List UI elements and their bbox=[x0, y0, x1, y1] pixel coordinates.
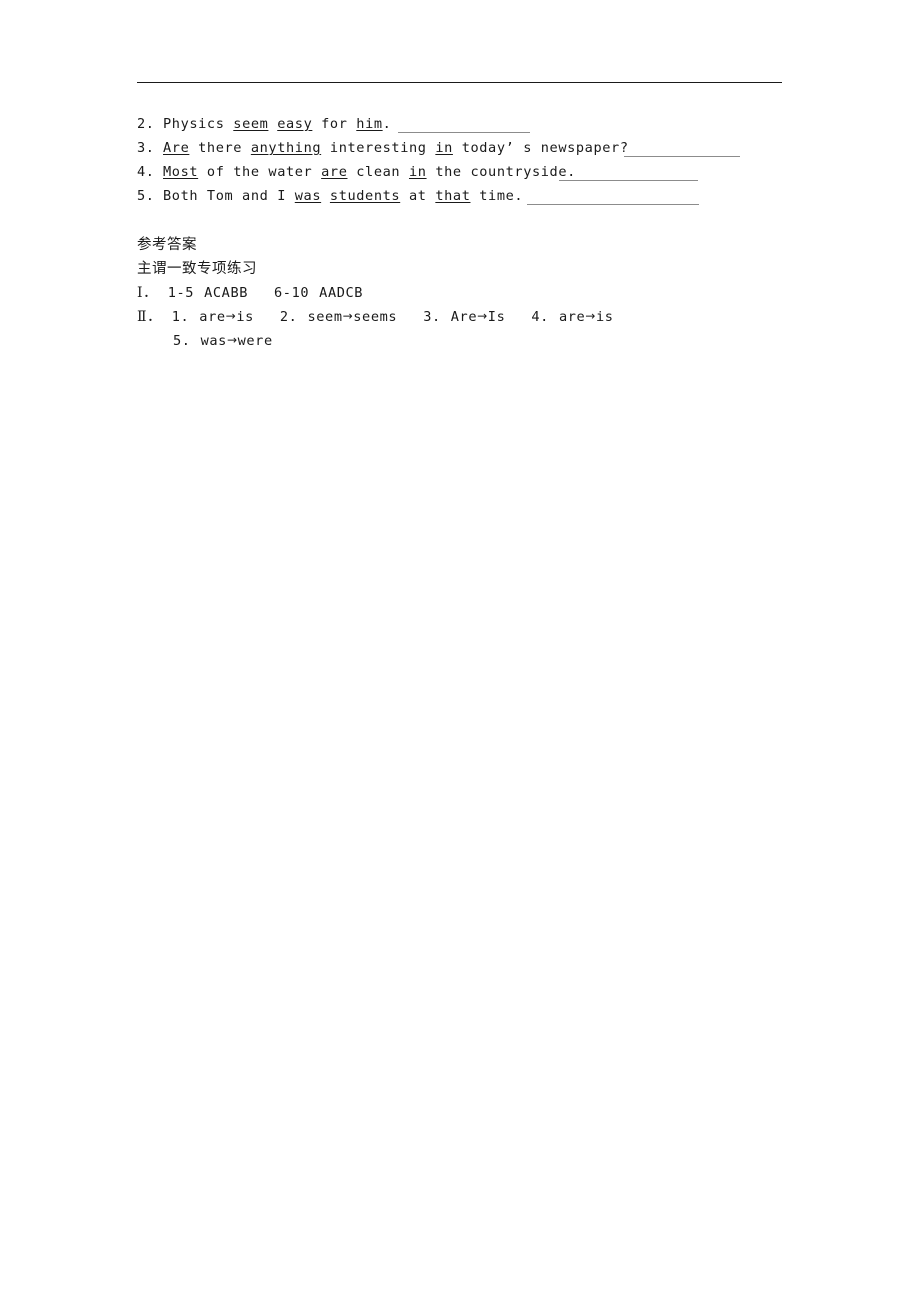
exercise-text-plain: Both Tom and I was students at that time… bbox=[163, 188, 524, 204]
exercise-item: 3. Are there anything interesting in toda… bbox=[137, 136, 837, 160]
arrow-icon: → bbox=[225, 309, 237, 323]
underlined-word: seem bbox=[233, 116, 269, 132]
answer-item-number: 4. bbox=[531, 309, 549, 325]
answer-key-subheading: 主谓一致专项练习 bbox=[137, 261, 257, 277]
answer-item-from: Are bbox=[450, 309, 478, 325]
underlined-word: anything bbox=[250, 140, 322, 156]
answer-item-to: is bbox=[595, 309, 614, 325]
underlined-word: Most bbox=[163, 164, 199, 180]
underlined-word: students bbox=[329, 188, 401, 204]
underlined-word: easy bbox=[277, 116, 313, 132]
exercise-item: 2. Physics seem easy for him. bbox=[137, 112, 837, 136]
answer-item-to: Is bbox=[487, 309, 506, 325]
arrow-icon: → bbox=[585, 309, 596, 323]
arrow-icon: → bbox=[226, 333, 238, 347]
answer-item-number: 3. bbox=[423, 309, 441, 325]
answer-item-number: 2. bbox=[279, 309, 298, 325]
answer-section-one: Ⅰ． 1-5 ACABB 6-10 AADCB bbox=[137, 281, 837, 305]
section-marker-one: Ⅰ． bbox=[137, 285, 158, 301]
arrow-icon: → bbox=[477, 309, 488, 323]
section-marker-two: Ⅱ． bbox=[137, 309, 162, 325]
underlined-word: him bbox=[356, 116, 383, 132]
answer-item-from: seem bbox=[307, 309, 343, 325]
answer-item-number: 1. bbox=[171, 309, 190, 325]
exercise-item: 4. Most of the water are clean in the cou… bbox=[137, 160, 837, 184]
underlined-word: was bbox=[294, 188, 322, 204]
document-page: 2. Physics seem easy for him. 3. Are there… bbox=[0, 0, 920, 1302]
exercise-number: 5. bbox=[137, 188, 155, 204]
exercise-number: 2. bbox=[137, 116, 155, 132]
answer-item-from: are bbox=[558, 309, 586, 325]
header-horizontal-rule bbox=[137, 82, 782, 83]
answer-letters-one: ACABB bbox=[204, 285, 249, 301]
underlined-word: in bbox=[435, 140, 453, 156]
answer-item-from: are bbox=[199, 309, 226, 325]
answer-section-two-row-one: Ⅱ． 1. are→is 2. seem→seems 3. Are→Is 4. are→is bbox=[137, 305, 837, 329]
answer-item-to: seems bbox=[353, 309, 398, 325]
answer-section-two-row-two: 5. was→were bbox=[137, 329, 837, 353]
answer-range-two: 6-10 bbox=[274, 285, 310, 301]
answer-key-heading: 参考答案 bbox=[137, 237, 197, 253]
underlined-word: are bbox=[321, 164, 348, 180]
answer-key-section: 参考答案 主谓一致专项练习 Ⅰ． 1-5 ACABB 6-10 AADCB Ⅱ． 1. ar… bbox=[137, 233, 837, 353]
underlined-word: in bbox=[408, 164, 427, 180]
exercise-text-plain: Physics seem easy for him. bbox=[163, 116, 392, 132]
exercise-item: 5. Both Tom and I was students at that ti… bbox=[137, 184, 837, 208]
answer-item-from: was bbox=[200, 333, 227, 349]
exercise-number: 4. bbox=[137, 164, 155, 180]
exercise-number: 3. bbox=[137, 140, 155, 156]
answer-blank-line bbox=[624, 156, 740, 157]
answer-item-to: is bbox=[236, 309, 254, 325]
answer-blank-line bbox=[398, 132, 530, 133]
answer-blank-line bbox=[559, 180, 698, 181]
exercise-text-plain: Most of the water are clean in the count… bbox=[163, 164, 576, 180]
answer-item-number: 5. bbox=[173, 333, 191, 349]
answer-range-one: 1-5 bbox=[167, 285, 195, 301]
exercise-text-plain: Are there anything interesting in today’… bbox=[163, 140, 629, 156]
answer-item-to: were bbox=[237, 333, 273, 349]
underlined-word: that bbox=[435, 188, 471, 204]
exercise-list: 2. Physics seem easy for him. 3. Are there… bbox=[137, 112, 837, 208]
answer-letters-two: AADCB bbox=[319, 285, 364, 301]
underlined-word: Are bbox=[163, 140, 190, 156]
arrow-icon: → bbox=[342, 309, 354, 323]
answer-blank-line bbox=[527, 204, 699, 205]
